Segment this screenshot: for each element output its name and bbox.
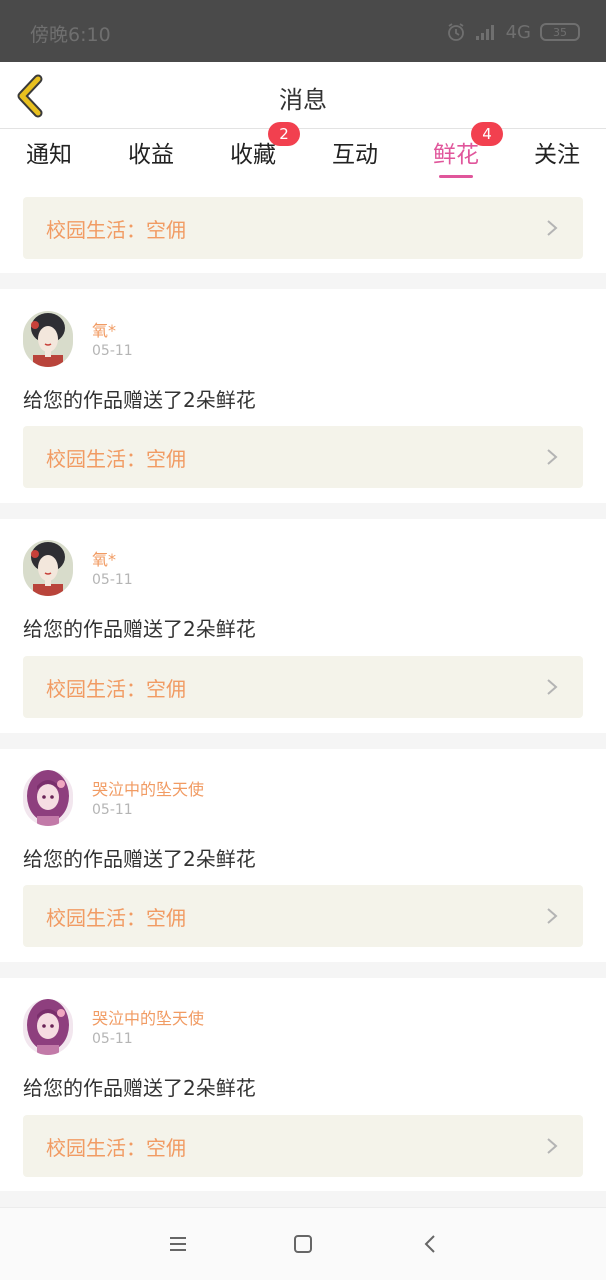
tab-label: 通知 <box>26 142 72 168</box>
tab-label: 互动 <box>332 142 378 168</box>
message-date: 05-11 <box>92 802 133 818</box>
home-icon[interactable] <box>291 1232 315 1256</box>
status-bar: 傍晚6:10 4G 35 <box>0 0 606 62</box>
message-text: 给您的作品赠送了2朵鲜花 <box>23 1076 256 1100</box>
status-icons: 4G 35 <box>446 20 580 44</box>
message-date: 05-11 <box>92 572 133 588</box>
username[interactable]: 哭泣中的坠天使 <box>92 1005 204 1029</box>
work-title: 校园生活：空佣 <box>46 218 186 242</box>
chevron-right-icon <box>547 908 558 924</box>
message-text: 给您的作品赠送了2朵鲜花 <box>23 617 256 641</box>
username[interactable]: 氧* <box>92 546 116 570</box>
network-label: 4G <box>505 21 531 43</box>
section-divider <box>0 733 606 749</box>
work-title: 校园生活：空佣 <box>46 677 186 701</box>
work-link-card[interactable]: 校园生活：空佣 <box>23 197 583 259</box>
page-title: 消息 <box>279 86 327 114</box>
chevron-right-icon <box>547 449 558 465</box>
user-avatar[interactable] <box>23 311 73 367</box>
tab-favorites[interactable]: 收藏 2 <box>208 122 300 182</box>
tab-flowers[interactable]: 鲜花 4 <box>411 122 503 182</box>
user-avatar[interactable] <box>23 540 73 596</box>
tab-notifications[interactable]: 通知 <box>4 138 94 182</box>
tab-following[interactable]: 关注 <box>512 138 602 182</box>
geisha-avatar-icon <box>23 311 73 367</box>
tab-label: 关注 <box>534 142 580 168</box>
anime-girl-avatar-icon <box>23 770 73 826</box>
section-divider <box>0 962 606 978</box>
tab-label: 收益 <box>128 142 174 168</box>
section-divider <box>0 273 606 289</box>
message-date: 05-11 <box>92 1031 133 1047</box>
menu-icon[interactable] <box>166 1232 190 1256</box>
work-title: 校园生活：空佣 <box>46 906 186 930</box>
battery-level: 35 <box>553 25 567 39</box>
active-tab-indicator <box>439 175 473 178</box>
chevron-right-icon <box>547 220 558 236</box>
chevron-right-icon <box>547 1138 558 1154</box>
username[interactable]: 氧* <box>92 317 116 341</box>
user-avatar[interactable] <box>23 770 73 826</box>
geisha-avatar-icon <box>23 540 73 596</box>
alarm-icon <box>447 23 464 41</box>
battery-icon: 35 <box>540 23 580 41</box>
message-date: 05-11 <box>92 343 133 359</box>
navigation-bar <box>0 1207 606 1280</box>
anime-girl-avatar-icon <box>23 999 73 1055</box>
signal-icon <box>475 25 494 40</box>
username[interactable]: 哭泣中的坠天使 <box>92 776 204 800</box>
message-text: 给您的作品赠送了2朵鲜花 <box>23 847 256 871</box>
flowers-count-badge: 4 <box>471 122 503 146</box>
back-icon[interactable] <box>419 1232 443 1256</box>
work-link-card[interactable]: 校园生活：空佣 <box>23 426 583 488</box>
header: 消息 <box>0 62 606 129</box>
favorites-count-badge: 2 <box>268 122 300 146</box>
tab-interactions[interactable]: 互动 <box>310 138 400 182</box>
tab-bar: 通知 收益 收藏 2 互动 鲜花 4 关注 <box>0 122 606 184</box>
work-title: 校园生活：空佣 <box>46 1136 186 1160</box>
work-link-card[interactable]: 校园生活：空佣 <box>23 885 583 947</box>
tab-earnings[interactable]: 收益 <box>106 138 196 182</box>
section-divider <box>0 1191 606 1207</box>
work-title: 校园生活：空佣 <box>46 447 186 471</box>
status-time: 傍晚6:10 <box>30 24 111 46</box>
user-avatar[interactable] <box>23 999 73 1055</box>
work-link-card[interactable]: 校园生活：空佣 <box>23 1115 583 1177</box>
message-text: 给您的作品赠送了2朵鲜花 <box>23 388 256 412</box>
chevron-right-icon <box>547 679 558 695</box>
work-link-card[interactable]: 校园生活：空佣 <box>23 656 583 718</box>
section-divider <box>0 503 606 519</box>
